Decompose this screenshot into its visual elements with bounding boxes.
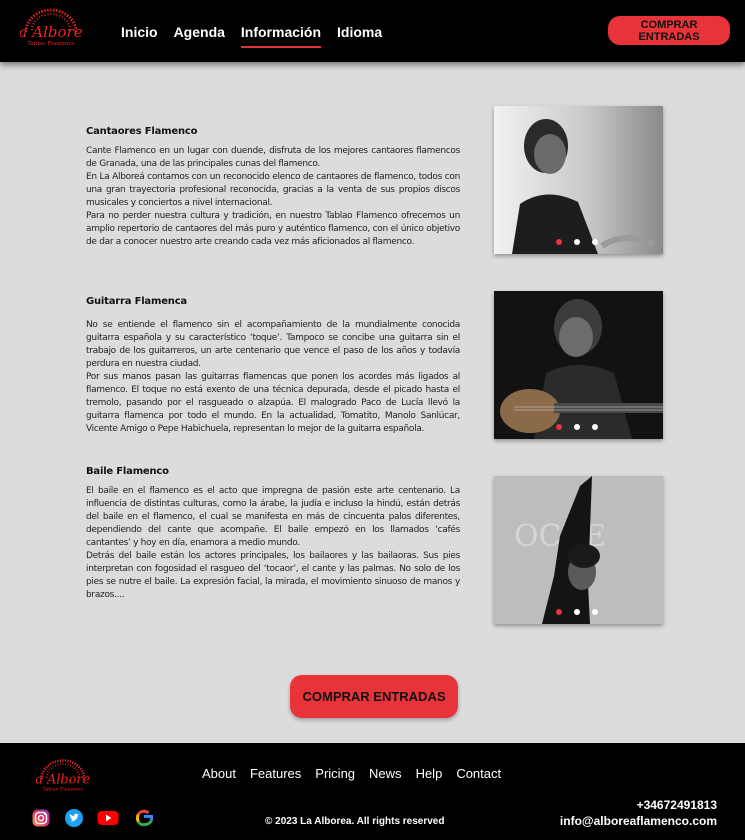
carousel-dot[interactable] xyxy=(574,609,580,615)
copyright-text: © 2023 La Alborea. All rights reserved xyxy=(265,816,445,827)
carousel-dot[interactable] xyxy=(592,239,598,245)
dancer-photo: OCRE xyxy=(494,476,663,624)
footer-logo-subtitle: Tablao Flamenco xyxy=(43,786,84,792)
buy-tickets-button[interactable]: COMPRAR ENTRADAS xyxy=(290,675,458,718)
section-title: Guitarra Flamenca xyxy=(86,296,187,307)
photo-carousel-guitarra[interactable] xyxy=(494,291,663,439)
section-paragraph: Para no perder nuestra cultura y tradici… xyxy=(86,211,460,247)
section-guitarra: Guitarra Flamenca No se entiende el flam… xyxy=(86,296,460,436)
logo-name: La AlboreA xyxy=(20,23,82,41)
photo-carousel-cantaor[interactable] xyxy=(494,106,663,254)
carousel-dot[interactable] xyxy=(556,424,562,430)
section-baile: Baile Flamenco El baile en el flamenco e… xyxy=(86,466,460,602)
twitter-icon[interactable] xyxy=(65,809,83,827)
footer-link-pricing[interactable]: Pricing xyxy=(315,766,355,781)
footer-link-news[interactable]: News xyxy=(369,766,402,781)
logo-subtitle: Tablao Flamenco xyxy=(27,41,75,47)
main-nav: Inicio Agenda Información Idioma xyxy=(121,24,382,48)
carousel-dots xyxy=(556,424,598,430)
footer-logo[interactable]: La AlboreA Tablao Flamenco xyxy=(36,757,90,793)
footer-link-contact[interactable]: Contact xyxy=(456,766,501,781)
carousel-dot[interactable] xyxy=(556,239,562,245)
carousel-dot[interactable] xyxy=(592,609,598,615)
section-paragraph: Detrás del baile están los actores princ… xyxy=(86,551,460,600)
carousel-dots xyxy=(556,239,598,245)
google-icon[interactable] xyxy=(135,809,153,827)
section-cantaores: Cantaores Flamenco Cante Flamenco en un … xyxy=(86,126,460,249)
section-paragraph: Cante Flamenco en un lugar con duende, d… xyxy=(86,146,460,169)
site-header: La AlboreA Tablao Flamenco Inicio Agenda… xyxy=(0,0,745,62)
nav-inicio[interactable]: Inicio xyxy=(121,24,158,43)
phone-number[interactable]: +34672491813 xyxy=(560,797,717,813)
section-paragraph: Por sus manos pasan las guitarras flamen… xyxy=(86,372,460,434)
section-paragraph: En La Alboreá contamos con un reconocido… xyxy=(86,172,460,208)
nav-agenda[interactable]: Agenda xyxy=(174,24,225,43)
section-title: Baile Flamenco xyxy=(86,466,169,477)
footer-link-about[interactable]: About xyxy=(202,766,236,781)
youtube-icon[interactable] xyxy=(97,809,119,827)
carousel-dot[interactable] xyxy=(592,424,598,430)
singer-photo xyxy=(494,106,663,254)
carousel-dot[interactable] xyxy=(574,424,580,430)
footer-link-help[interactable]: Help xyxy=(416,766,443,781)
nav-idioma[interactable]: Idioma xyxy=(337,24,382,43)
footer-logo-name: La AlboreA xyxy=(36,773,90,788)
section-title: Cantaores Flamenco xyxy=(86,126,198,137)
carousel-dot[interactable] xyxy=(556,609,562,615)
logo[interactable]: La AlboreA Tablao Flamenco xyxy=(20,6,82,48)
footer-nav: About Features Pricing News Help Contact xyxy=(202,766,501,781)
footer-link-features[interactable]: Features xyxy=(250,766,301,781)
carousel-dots xyxy=(556,609,598,615)
header-buy-tickets-button[interactable]: COMPRAR ENTRADAS xyxy=(608,16,730,45)
guitarist-photo xyxy=(494,291,663,439)
section-paragraph: El baile en el flamenco es el acto que i… xyxy=(86,486,460,548)
instagram-icon[interactable] xyxy=(32,809,50,827)
site-footer: La AlboreA Tablao Flamenco About Feature… xyxy=(0,743,745,840)
carousel-dot[interactable] xyxy=(574,239,580,245)
photo-carousel-baile[interactable]: OCRE xyxy=(494,476,663,624)
section-paragraph: No se entiende el flamenco sin el acompa… xyxy=(86,320,460,369)
contact-info: +34672491813 info@alboreaflamenco.com xyxy=(560,797,717,829)
email-address[interactable]: info@alboreaflamenco.com xyxy=(560,813,717,829)
nav-informacion[interactable]: Información xyxy=(240,24,322,48)
